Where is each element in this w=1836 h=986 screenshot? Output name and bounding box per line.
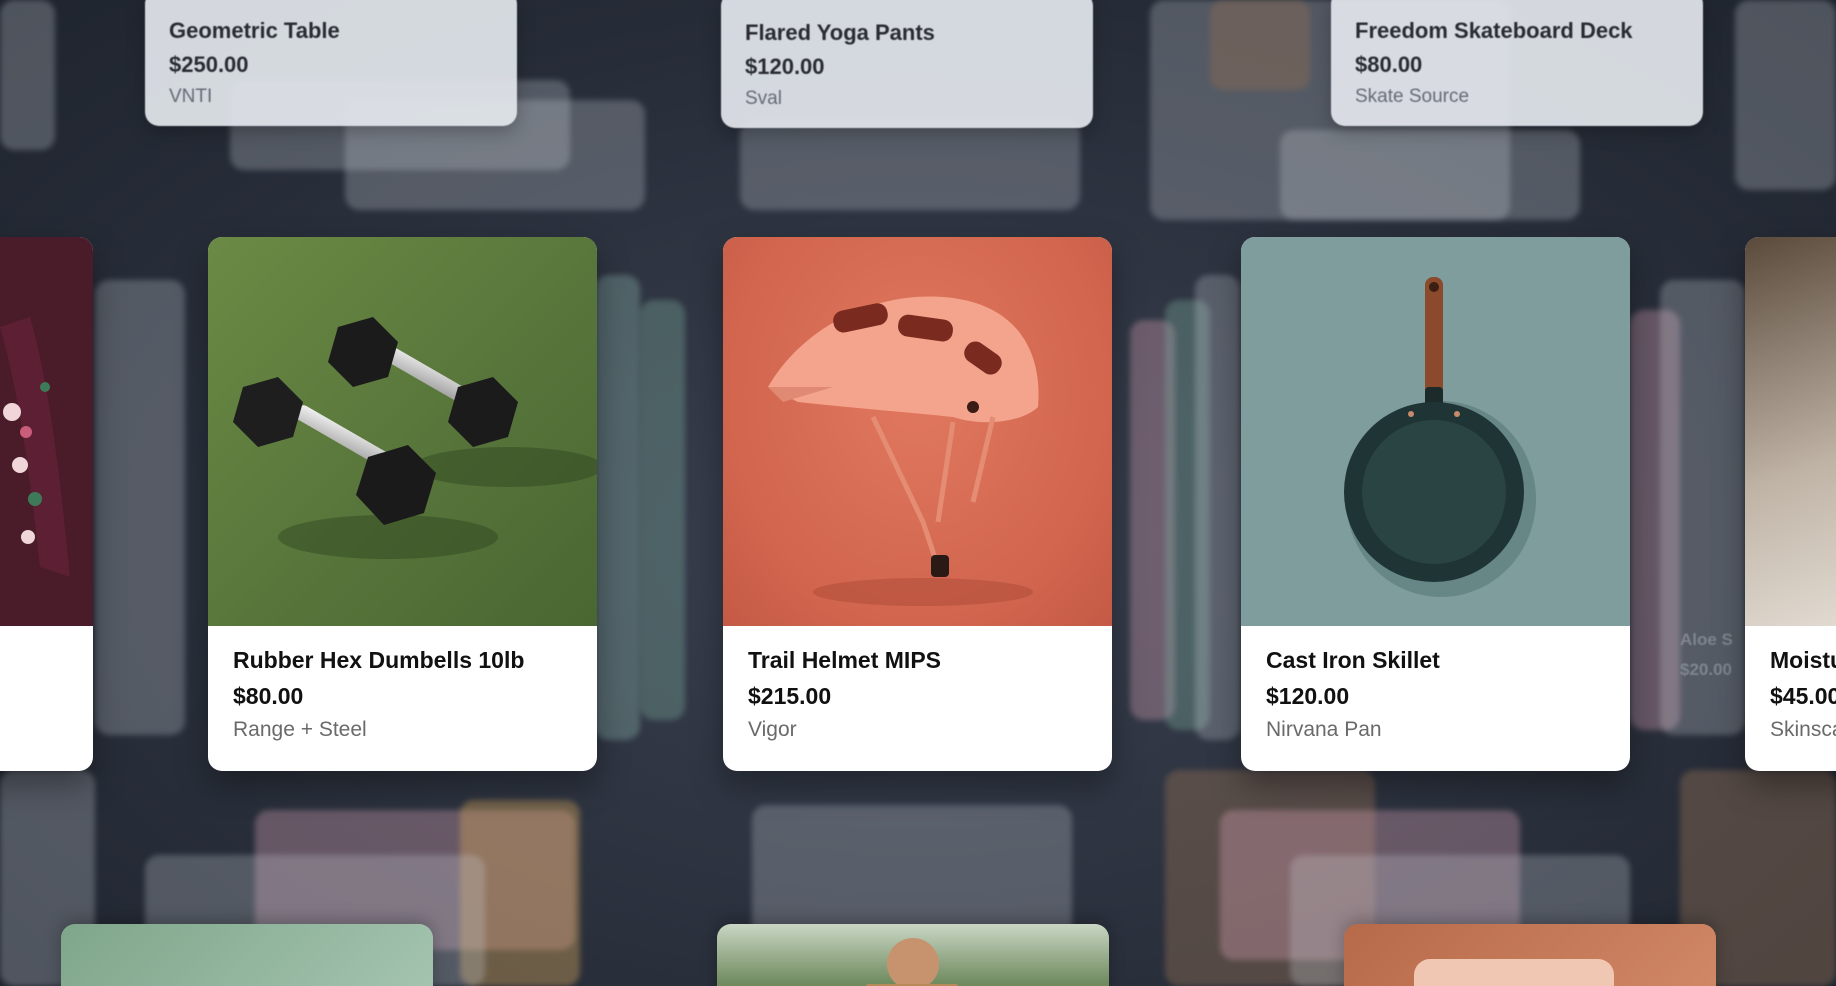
product-brand: VNTI: [169, 86, 213, 107]
product-image: [208, 237, 597, 626]
product-card-trail-helmet-mips[interactable]: Trail Helmet MIPS $215.00 Vigor: [723, 237, 1112, 771]
product-name: Trail Helmet MIPS: [748, 647, 942, 673]
product-name: Geometric Table: [169, 18, 340, 43]
product-price: $120.00: [1266, 683, 1350, 709]
product-card-partial-right[interactable]: Moistu $45.00 Skinsca: [1745, 237, 1836, 771]
background-card: [1735, 0, 1836, 190]
helmet-icon: [768, 296, 1039, 606]
product-price: $250.00: [169, 52, 249, 77]
product-brand: Range + Steel: [233, 718, 367, 741]
background-card-label: Aloe S: [1680, 630, 1733, 649]
background-card-price: $20.00: [1680, 660, 1732, 679]
product-price: $120.00: [745, 54, 825, 79]
product-carousel-stage: Aloe S $20.00 Geometric Table $250.00 VN…: [0, 0, 1836, 986]
product-card-rubber-hex-dumbells[interactable]: Rubber Hex Dumbells 10lb $80.00 Range + …: [208, 237, 597, 771]
product-price: $80.00: [233, 683, 304, 709]
product-card-cast-iron-skillet[interactable]: Cast Iron Skillet $120.00 Nirvana Pan: [1241, 237, 1630, 771]
background-card: [1195, 275, 1240, 740]
product-brand: Vigor: [748, 718, 797, 741]
background-card: [740, 120, 1080, 210]
product-card-partial-left[interactable]: [0, 237, 93, 771]
product-image: [1745, 237, 1836, 626]
skillet-icon: [1344, 277, 1536, 597]
background-card: [595, 275, 640, 740]
product-brand: Skinsca: [1770, 718, 1836, 741]
product-name: Flared Yoga Pants: [745, 20, 935, 45]
product-price: $80.00: [1355, 52, 1423, 77]
background-card: [95, 280, 185, 735]
product-card-bottom-right[interactable]: [1344, 924, 1716, 986]
soap-bar-icon: [1414, 959, 1614, 986]
product-image: [723, 237, 1112, 626]
background-card: [640, 300, 685, 720]
product-name: Cast Iron Skillet: [1266, 647, 1440, 673]
product-image: [1241, 237, 1630, 626]
product-image: [0, 237, 93, 626]
floral-shirt-icon: [0, 317, 70, 577]
product-card-geometric-table[interactable]: Geometric Table $250.00 VNTI: [145, 0, 517, 126]
product-price: $215.00: [748, 683, 832, 709]
background-card: [0, 0, 55, 150]
dumbbells-icon: [233, 317, 597, 559]
product-name: Moistu: [1770, 647, 1836, 673]
product-brand: Skate Source: [1355, 86, 1470, 107]
person-photo-icon: [866, 938, 958, 986]
background-card: [1280, 130, 1580, 220]
product-brand: Sval: [745, 88, 782, 109]
product-brand: Nirvana Pan: [1266, 718, 1382, 741]
product-name: Freedom Skateboard Deck: [1355, 18, 1633, 43]
background-card: [1210, 0, 1310, 90]
product-card-bottom-center[interactable]: [717, 924, 1109, 986]
product-card-flared-yoga-pants[interactable]: Flared Yoga Pants $120.00 Sval: [721, 0, 1093, 128]
product-name: Rubber Hex Dumbells 10lb: [233, 647, 525, 673]
product-card-bottom-left[interactable]: [61, 924, 433, 986]
product-price: $45.00: [1770, 683, 1836, 709]
product-card-freedom-skateboard-deck[interactable]: Freedom Skateboard Deck $80.00 Skate Sou…: [1331, 0, 1703, 126]
